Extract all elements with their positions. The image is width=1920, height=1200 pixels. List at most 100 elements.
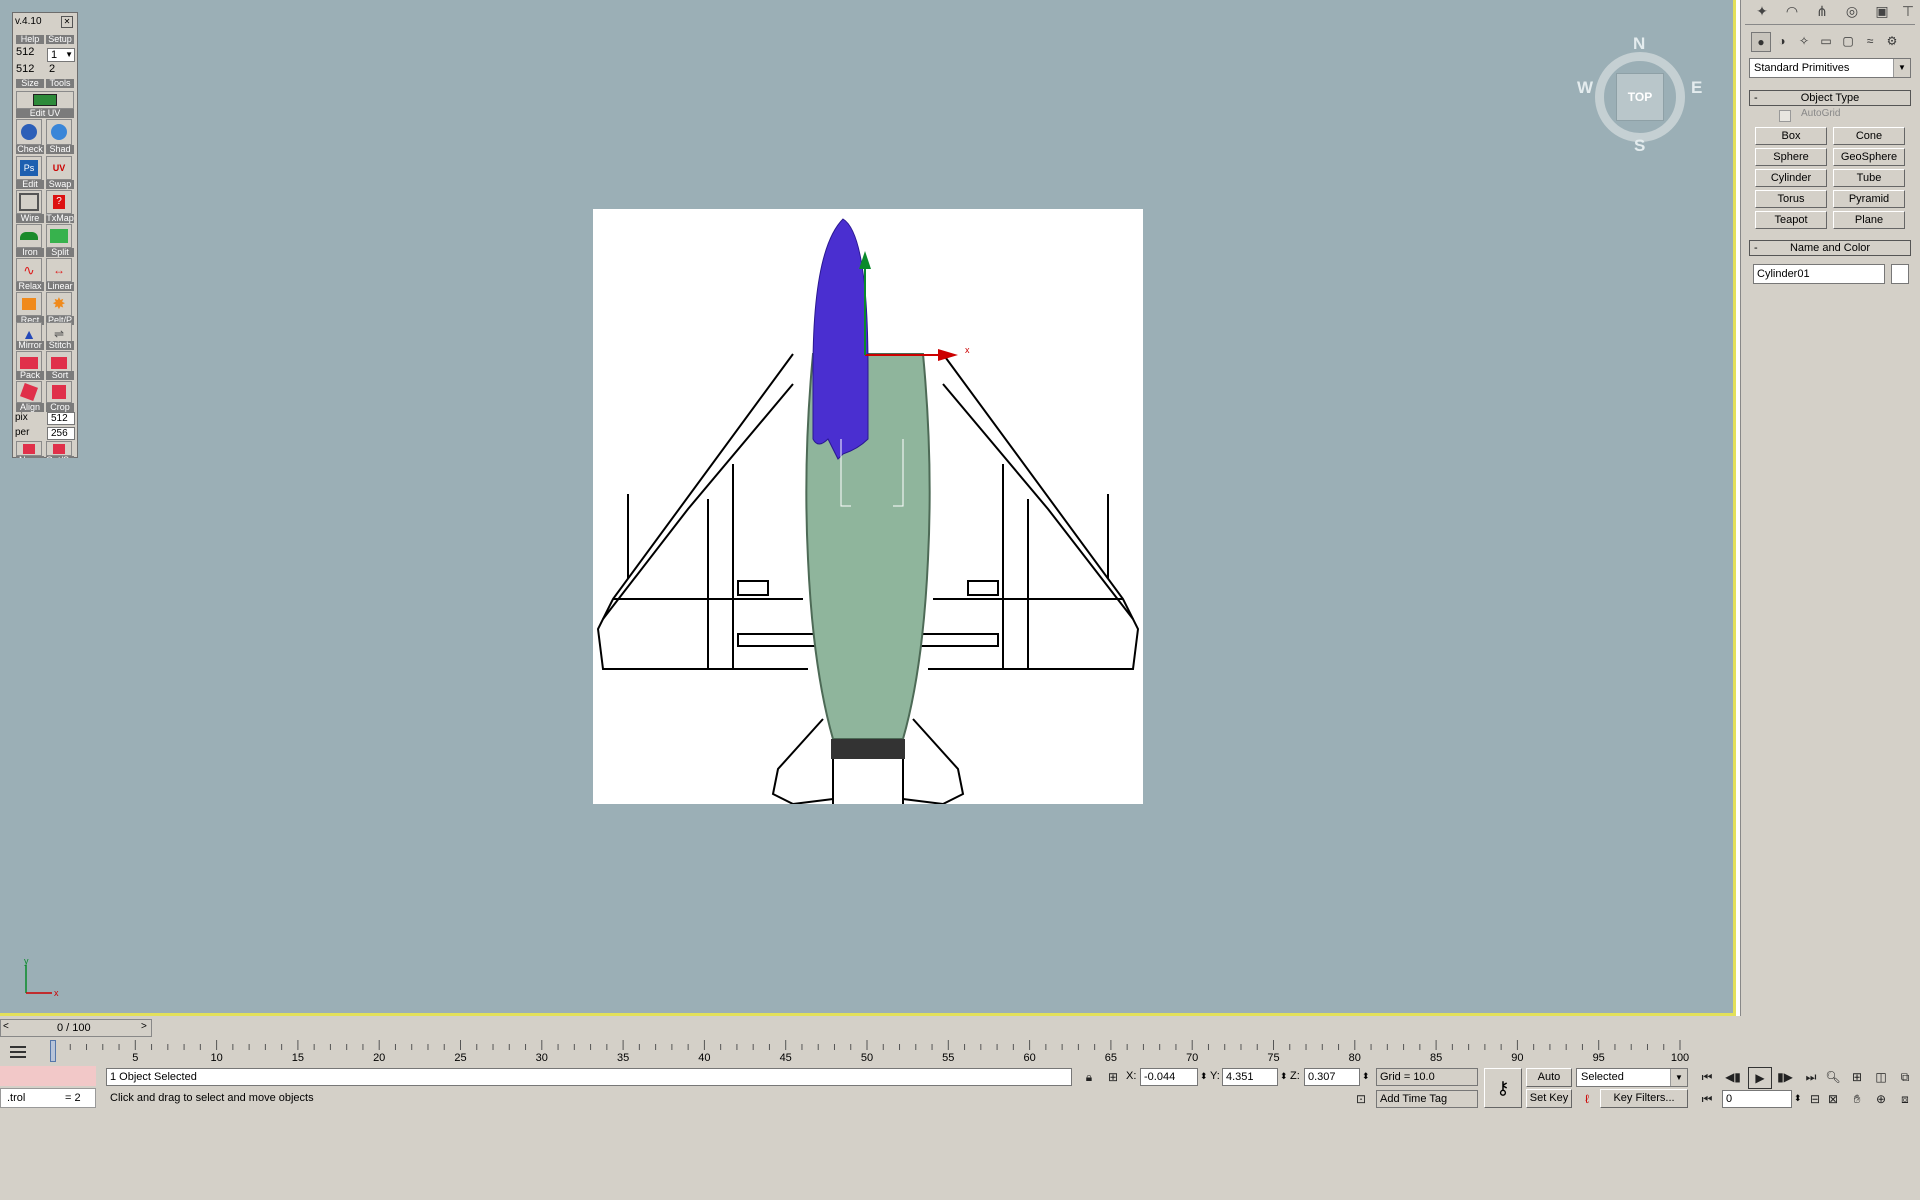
tools-menu[interactable]: Tools bbox=[46, 79, 74, 88]
key-filters-button[interactable]: Key Filters... bbox=[1600, 1089, 1688, 1108]
motion-tab-icon[interactable]: ◎ bbox=[1841, 2, 1863, 20]
time-tag-icon[interactable]: ⊡ bbox=[1350, 1089, 1372, 1109]
set-key-mode-button[interactable]: ⚷ bbox=[1484, 1068, 1522, 1108]
utilities-tab-icon[interactable]: ⊤ bbox=[1897, 2, 1919, 20]
top-viewport[interactable]: v.4.10 ✕ Help Setup 512 1 ▼ 512 2 Size To… bbox=[0, 0, 1736, 1016]
autogrid-checkbox[interactable] bbox=[1779, 110, 1791, 122]
per-field[interactable]: 256 bbox=[47, 427, 75, 440]
set-key-button[interactable]: Set Key bbox=[1526, 1089, 1572, 1108]
get-set-button[interactable] bbox=[46, 441, 72, 456]
maximize-viewport-icon[interactable]: ⧈ bbox=[1894, 1089, 1916, 1109]
channel-select[interactable]: 1 ▼ bbox=[47, 48, 75, 62]
frame-spinner-icon[interactable]: ⬍ bbox=[1794, 1090, 1802, 1106]
cylinder-object[interactable] bbox=[812, 218, 869, 460]
edit-uv-button[interactable] bbox=[16, 91, 74, 109]
object-color-swatch[interactable] bbox=[1891, 264, 1909, 284]
norm-button[interactable] bbox=[16, 441, 42, 456]
map-height[interactable]: 512 bbox=[16, 63, 34, 76]
tube-button[interactable]: Tube bbox=[1833, 169, 1905, 187]
shapes-icon[interactable]: ◑ bbox=[1773, 32, 1791, 50]
close-icon[interactable]: ✕ bbox=[61, 16, 73, 28]
pyramid-button[interactable]: Pyramid bbox=[1833, 190, 1905, 208]
current-frame-marker[interactable] bbox=[50, 1040, 56, 1062]
z-spinner-icon[interactable]: ⬍ bbox=[1362, 1068, 1370, 1084]
lights-icon[interactable]: ✧ bbox=[1795, 32, 1813, 50]
systems-icon[interactable]: ⚙ bbox=[1883, 32, 1901, 50]
auto-key-button[interactable]: Auto Key bbox=[1526, 1068, 1572, 1100]
go-to-start-icon[interactable]: ⏮ bbox=[1696, 1067, 1718, 1087]
pix-field[interactable]: 512 bbox=[47, 412, 75, 425]
teapot-button[interactable]: Teapot bbox=[1755, 211, 1827, 229]
split-button[interactable] bbox=[46, 224, 72, 248]
crop-button[interactable] bbox=[46, 381, 72, 403]
y-spinner-icon[interactable]: ⬍ bbox=[1280, 1068, 1288, 1084]
zoom-all-icon[interactable]: ⊞ bbox=[1846, 1067, 1868, 1087]
go-to-end-icon[interactable]: ⏭ bbox=[1800, 1067, 1822, 1087]
geosphere-button[interactable]: GeoSphere bbox=[1833, 148, 1905, 166]
zoom-extents-all-icon[interactable]: ⧉ bbox=[1894, 1067, 1916, 1087]
lock-selection-icon[interactable]: 🔒︎ bbox=[1078, 1067, 1100, 1087]
time-slider-next-icon[interactable]: > bbox=[141, 1021, 147, 1032]
plane-button[interactable]: Plane bbox=[1833, 211, 1905, 229]
orbit-icon[interactable]: ⊕ bbox=[1870, 1089, 1892, 1109]
viewcube[interactable]: TOP N S E W bbox=[1577, 34, 1702, 155]
geometry-icon[interactable]: ● bbox=[1751, 32, 1771, 52]
sphere-button[interactable]: Sphere bbox=[1755, 148, 1827, 166]
absolute-mode-icon[interactable]: ⊞ bbox=[1102, 1067, 1124, 1087]
object-name-field[interactable]: Cylinder01 bbox=[1753, 264, 1885, 284]
key-mode-toggle-icon[interactable]: ⏮ bbox=[1696, 1089, 1718, 1109]
create-tab-icon[interactable]: ✦ bbox=[1751, 2, 1773, 20]
add-time-tag-button[interactable]: Add Time Tag bbox=[1376, 1090, 1478, 1108]
modify-tab-icon[interactable]: ◠ bbox=[1781, 2, 1803, 20]
rect-button[interactable] bbox=[16, 292, 42, 316]
field-of-view-icon[interactable]: ⊠ bbox=[1822, 1089, 1844, 1109]
x-spinner-icon[interactable]: ⬍ bbox=[1200, 1068, 1208, 1084]
previous-frame-icon[interactable]: ◀︎▮ bbox=[1722, 1067, 1744, 1087]
cone-button[interactable]: Cone bbox=[1833, 127, 1905, 145]
align-button[interactable] bbox=[16, 381, 42, 403]
name-color-rollout[interactable]: - Name and Color bbox=[1749, 240, 1911, 256]
next-frame-icon[interactable]: ▮▶︎ bbox=[1774, 1067, 1796, 1087]
display-tab-icon[interactable]: ▣ bbox=[1871, 2, 1893, 20]
cylinder-button[interactable]: Cylinder bbox=[1755, 169, 1827, 187]
iron-button[interactable] bbox=[16, 224, 42, 248]
y-coordinate-field[interactable]: 4.351 bbox=[1222, 1068, 1278, 1086]
shade-button[interactable] bbox=[46, 119, 72, 145]
maxscript-listener-white[interactable]: .trol = 2 bbox=[0, 1088, 96, 1108]
pan-icon[interactable]: ✋︎ bbox=[1846, 1089, 1868, 1109]
time-slider[interactable]: < 0 / 100 > bbox=[0, 1019, 152, 1037]
curve-editor-icon[interactable]: ℓ bbox=[1576, 1089, 1598, 1109]
wire-button[interactable] bbox=[16, 190, 42, 214]
zoom-extents-icon[interactable]: ◫ bbox=[1870, 1067, 1892, 1087]
hierarchy-tab-icon[interactable]: ⋔ bbox=[1811, 2, 1833, 20]
map-width[interactable]: 512 bbox=[16, 46, 34, 59]
size-menu[interactable]: Size bbox=[16, 79, 44, 88]
relax-button[interactable]: ∿ bbox=[16, 258, 42, 282]
spacewarps-icon[interactable]: ≈ bbox=[1861, 32, 1879, 50]
z-coordinate-field[interactable]: 0.307 bbox=[1304, 1068, 1360, 1086]
zoom-icon[interactable]: 🔍︎ bbox=[1822, 1067, 1844, 1087]
photoshop-edit-button[interactable]: Ps bbox=[16, 156, 42, 180]
help-button[interactable]: Help bbox=[16, 35, 44, 44]
object-type-rollout[interactable]: - Object Type bbox=[1749, 90, 1911, 106]
current-frame-field[interactable]: 0 bbox=[1722, 1090, 1792, 1108]
time-slider-prev-icon[interactable]: < bbox=[3, 1021, 9, 1032]
check-button[interactable] bbox=[16, 119, 42, 145]
swap-uv-button[interactable]: UV bbox=[46, 156, 72, 180]
key-mode-dropdown[interactable]: Selected ▼ bbox=[1576, 1068, 1688, 1087]
texmap-button[interactable]: ? bbox=[46, 190, 72, 214]
play-icon[interactable]: ▶︎ bbox=[1748, 1067, 1772, 1089]
helpers-icon[interactable]: ▢ bbox=[1839, 32, 1857, 50]
track-bar[interactable]: 5 10 15 20 25 30 35 40 45 50 55 60 65 70 75 80 85 90 95 100 bbox=[48, 1040, 1736, 1066]
x-coordinate-field[interactable]: -0.044 bbox=[1140, 1068, 1198, 1086]
box-button[interactable]: Box bbox=[1755, 127, 1827, 145]
setup-button[interactable]: Setup bbox=[46, 35, 74, 44]
torus-button[interactable]: Torus bbox=[1755, 190, 1827, 208]
pelt-button[interactable]: ✸ bbox=[46, 292, 72, 316]
category-dropdown[interactable]: Standard Primitives ▼ bbox=[1749, 58, 1911, 78]
cameras-icon[interactable]: ▭ bbox=[1817, 32, 1835, 50]
linear-button[interactable]: ↔ bbox=[46, 258, 72, 282]
track-bar-menu-icon[interactable] bbox=[8, 1043, 28, 1061]
viewcube-top-face[interactable]: TOP bbox=[1616, 73, 1664, 121]
maxscript-listener-pink[interactable] bbox=[0, 1066, 96, 1086]
